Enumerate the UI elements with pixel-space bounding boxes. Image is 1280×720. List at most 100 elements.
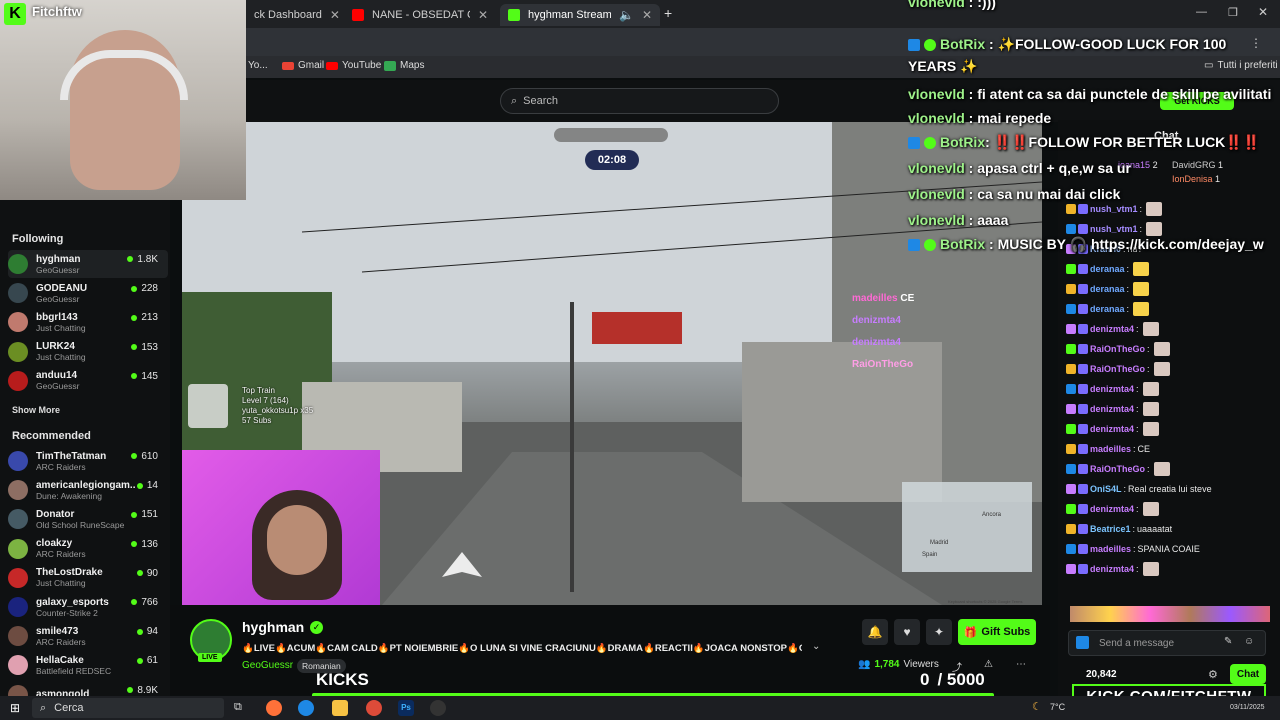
sparkle-icon[interactable]: ✦ [926,619,952,645]
sidebar-item-godeanu[interactable]: GODEANU GeoGuessr 228 [8,279,168,307]
overlay-username: BotRix [940,36,986,52]
chat-username[interactable]: nush_vtm1 [1090,204,1138,214]
tab-dashboard[interactable]: ck Dashboard ✕ [246,4,344,26]
channel-category: GeoGuessr [36,293,80,304]
chat-username[interactable]: RaiOnTheGo [1090,344,1145,354]
chat-username[interactable]: denizmta4 [1090,424,1134,434]
obs-icon[interactable] [430,700,446,716]
edge-icon[interactable] [298,700,314,716]
sidebar-item-smile473[interactable]: smile473 ARC Raiders 94 [8,622,168,650]
sidebar-item-galaxy-esports[interactable]: galaxy_esports Counter-Strike 2 766 [8,593,168,621]
sidebar-item-hellacake[interactable]: HellaCake Battlefield REDSEC 61 [8,651,168,679]
users-icon: 👥 [858,659,871,670]
badge-icon [1066,384,1076,394]
chat-separator: : [1136,564,1139,574]
settings-icon[interactable]: ⚙ [1208,668,1218,681]
streamer-name[interactable]: hyghman [242,619,304,635]
tab-label: ck Dashboard [254,9,322,21]
chat-username[interactable]: deranaa [1090,304,1125,314]
bookmark-yo[interactable]: Yo... [248,60,268,71]
all-bookmarks[interactable]: ▭ Tutti i preferiti [1204,60,1278,71]
badge-icon [1078,384,1088,394]
chat-username[interactable]: deranaa [1090,264,1125,274]
tab-hyghman[interactable]: hyghman Stream - Watch L 🔈 ✕ [500,4,660,26]
firefox-icon[interactable] [266,700,282,716]
sidebar-item-cloakzy[interactable]: cloakzy ARC Raiders 136 [8,535,168,563]
chat-username[interactable]: RaiOnTheGo [1090,464,1145,474]
chat-username[interactable]: nush_vtm1 [1090,224,1138,234]
chat-username[interactable]: RaiOnTheGo [1090,364,1145,374]
sidebar-item-thelostdrake[interactable]: TheLostDrake Just Chatting 90 [8,564,168,592]
channel-name: TheLostDrake [36,567,103,579]
avatar [8,538,28,559]
task-view-icon[interactable]: ⧉ [234,701,242,714]
chat-username[interactable]: Beatrice1 [1090,524,1131,534]
chat-input[interactable]: Send a message [1068,630,1266,656]
badge-icon [1066,344,1076,354]
sidebar-item-hyghman[interactable]: hyghman GeoGuessr 1.8K [8,250,168,278]
chat-username[interactable]: madeilles [1090,444,1131,454]
sidebar-item-donator[interactable]: Donator Old School RuneScape 151 [8,505,168,533]
bookmark-youtube[interactable]: YouTube [326,60,381,71]
close-icon[interactable]: ✕ [478,8,488,22]
chevron-down-icon[interactable]: ⌄ [812,641,820,652]
gift-subs-button[interactable]: 🎁 Gift Subs [958,619,1036,645]
chat-username[interactable]: denizmta4 [1090,324,1134,334]
sidebar-item-lurk24[interactable]: LURK24 Just Chatting 153 [8,338,168,366]
sidebar-item-americanlegiongam-[interactable]: americanlegiongam... Dune: Awakening 14 [8,476,168,504]
minimize-icon[interactable]: — [1196,6,1207,18]
chat-message: OniS4L: Real creatia lui steve [1066,482,1212,496]
taskbar-search[interactable]: ⌕ Cerca [32,698,224,718]
chat-send-button[interactable]: Chat [1230,664,1266,684]
badge-icon [1078,424,1088,434]
avatar [8,370,28,391]
live-badge: LIVE [198,653,222,662]
chat-message: denizmta4: [1066,402,1159,416]
minimap[interactable] [902,482,1032,572]
chat-username[interactable]: denizmta4 [1090,504,1134,514]
more-icon[interactable]: ⋯ [1016,659,1026,670]
train-icon [188,384,228,428]
close-icon[interactable]: ✕ [642,8,652,22]
chrome-icon[interactable] [366,700,382,716]
bell-icon[interactable]: 🔔 [862,619,888,645]
chat-username[interactable]: deranaa [1090,284,1125,294]
chat-username[interactable]: denizmta4 [1090,404,1134,414]
badge-icon [1066,404,1076,414]
chat-username[interactable]: OniS4L [1090,484,1122,494]
bookmark-gmail[interactable]: Gmail [282,60,324,71]
emote-bar[interactable] [1070,606,1270,622]
search-input[interactable]: ⌕ Search [500,88,779,114]
badge-icon [1066,424,1076,434]
translate-icon[interactable]: ✎ [1224,636,1232,647]
following-heading: Following [12,233,64,245]
close-icon[interactable]: ✕ [330,8,340,22]
file-explorer-icon[interactable] [332,700,348,716]
webcam-channel-name: Fitchftw [32,4,82,19]
photoshop-icon[interactable]: Ps [398,700,414,716]
report-icon[interactable]: ⚠ [984,659,993,670]
chat-message: RaiOnTheGo: [1066,342,1170,356]
bookmark-maps[interactable]: Maps [384,60,424,71]
heart-icon[interactable]: ♥ [894,619,920,645]
sidebar-item-bbgrl143[interactable]: bbgrl143 Just Chatting 213 [8,308,168,336]
windows-start-icon[interactable]: ⊞ [10,701,20,715]
overlay-text: : ‼️‼️FOLLOW FOR BETTER LUCK‼️‼️ [985,134,1261,150]
show-more-button[interactable]: Show More [12,405,60,415]
category-link[interactable]: GeoGuessr [242,660,293,671]
maximize-icon[interactable]: ❐ [1228,6,1238,19]
close-window-icon[interactable]: ✕ [1258,5,1268,19]
tab-youtube[interactable]: NANE - OBSEDAT CA CENTRAL ✕ [344,4,496,26]
chat-username[interactable]: denizmta4 [1090,384,1134,394]
badge-icon [1078,304,1088,314]
channel-points[interactable]: 20,842 [1086,669,1117,680]
sidebar-item-anduu14[interactable]: anduu14 GeoGuessr 145 [8,367,168,395]
chat-username[interactable]: madeilles [1090,544,1131,554]
viewer-count: 766 [131,597,158,608]
audio-icon[interactable]: 🔈 [619,8,634,22]
chat-username[interactable]: denizmta4 [1090,564,1134,574]
emoji-icon[interactable]: ☺ [1244,636,1254,647]
more-options-icon[interactable]: ⋮ [1250,36,1262,50]
new-tab-button[interactable]: + [664,5,672,21]
sidebar-item-timthetatman[interactable]: TimTheTatman ARC Raiders 610 [8,447,168,475]
